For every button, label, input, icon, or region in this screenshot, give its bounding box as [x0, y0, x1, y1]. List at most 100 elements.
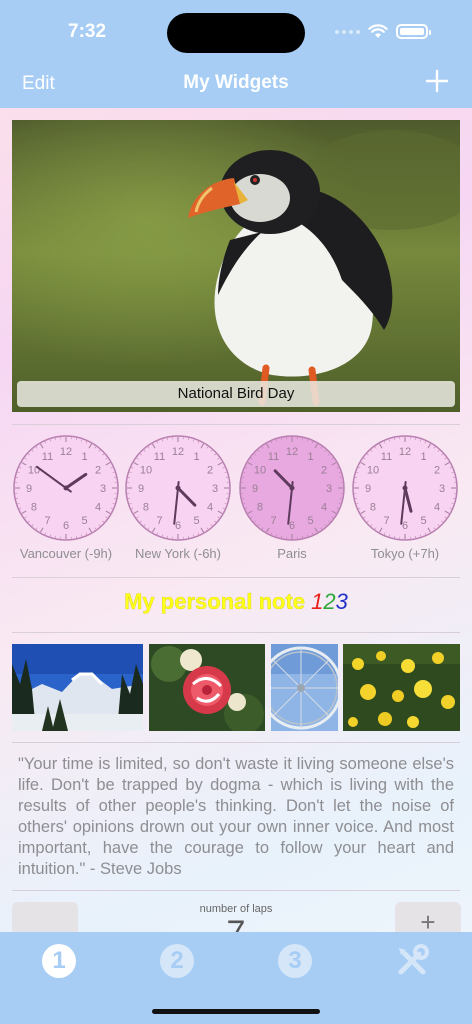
clock-label: New York (-6h): [135, 546, 221, 561]
tab-3[interactable]: 3: [276, 942, 314, 980]
clock-numeral: 8: [143, 502, 149, 514]
world-clocks[interactable]: 1 2 3 4 5 6 7 8 9 10 11 12 Vancouver (-9h) 12345678…: [0, 434, 472, 574]
personal-note[interactable]: My personal note 123: [0, 589, 472, 615]
tab-3-number: 3: [278, 944, 312, 978]
clock-numeral: 12: [172, 446, 184, 458]
divider: [12, 742, 460, 743]
clock-face: 1234567891011 12: [239, 435, 345, 541]
clock-numeral: 2: [95, 465, 101, 477]
divider: [12, 632, 460, 633]
quote-text[interactable]: "Your time is limited, so don't waste it…: [18, 754, 454, 880]
clock-numeral: 1: [307, 451, 313, 463]
clock-numeral: 11: [268, 451, 279, 463]
home-indicator: [152, 1009, 320, 1014]
clock-numeral: 10: [140, 465, 152, 477]
wifi-icon: [368, 24, 388, 38]
clock-numeral: 4: [321, 502, 327, 514]
clock-label: Paris: [277, 546, 307, 561]
clock-numeral: 8: [31, 502, 37, 514]
clock-numeral: 12: [60, 446, 72, 458]
clock-paris[interactable]: 1 2 3 4 5 6 7 8 9 10 11 12 Paris: [238, 434, 346, 561]
clock-numeral: 6: [63, 520, 69, 532]
clock-numeral: 1: [81, 451, 87, 463]
clock-new-york[interactable]: 1 2 3 4 5 6 7 8 9 10 11 12 New York (-6h): [124, 434, 232, 561]
clock-numeral: 9: [138, 483, 144, 495]
note-digit: 3: [335, 589, 348, 614]
clock-numeral: 10: [254, 465, 266, 477]
yellow-roses-photo[interactable]: [343, 644, 460, 731]
clock-numeral: 10: [367, 465, 379, 477]
clock-tokyo[interactable]: 1 2 3 4 5 6 7 8 9 10 11 12 Tokyo (+7h): [351, 434, 459, 561]
clock-numeral: 11: [42, 451, 53, 463]
clock-numeral: 7: [270, 515, 276, 527]
plus-button[interactable]: +: [395, 902, 461, 932]
status-time: 7:32: [68, 21, 107, 42]
photo-caption: National Bird Day: [17, 381, 455, 407]
clock-numeral: 7: [156, 515, 162, 527]
clock-numeral: 2: [207, 465, 213, 477]
note-digit: 2: [323, 589, 336, 614]
clock-label: Vancouver (-9h): [19, 546, 113, 561]
tab-1-number: 1: [42, 944, 76, 978]
clock-numeral: 6: [289, 520, 295, 532]
status-icons: [335, 24, 431, 39]
page-title: My Widgets: [183, 72, 289, 93]
dynamic-island: [167, 13, 305, 53]
clock-center: [175, 485, 181, 491]
signal-dots-icon: [335, 29, 360, 34]
clock-face: 1234567891011 12: [352, 435, 458, 541]
header: 7:32 Edit My Widgets: [0, 0, 472, 108]
divider: [12, 890, 460, 891]
divider: [12, 577, 460, 578]
clock-numeral: 6: [402, 520, 408, 532]
clock-center: [289, 485, 295, 491]
clock-label: Tokyo (+7h): [370, 546, 440, 561]
note-text: My personal note: [124, 589, 312, 614]
clock-numeral: 11: [154, 451, 165, 463]
battery-icon: [396, 24, 431, 39]
photo-gallery[interactable]: [12, 644, 460, 731]
clock-numeral: 5: [193, 515, 199, 527]
clock-numeral: 1: [420, 451, 426, 463]
puffin-photo: [12, 120, 460, 412]
clock-numeral: 3: [212, 483, 218, 495]
tools-icon: [398, 944, 429, 975]
clock-numeral: 3: [100, 483, 106, 495]
photo-widget[interactable]: National Bird Day: [12, 120, 460, 412]
flowers-photo[interactable]: [149, 644, 265, 731]
clock-numeral: 5: [420, 515, 426, 527]
clock-numeral: 5: [307, 515, 313, 527]
ferris-wheel-photo[interactable]: [271, 644, 338, 731]
clock-face: 1234567891011 12: [13, 435, 119, 541]
tab-1[interactable]: 1: [40, 942, 78, 980]
tab-2[interactable]: 2: [158, 942, 196, 980]
clock-numeral: 12: [399, 446, 411, 458]
clock-numeral: 4: [207, 502, 213, 514]
clock-numeral: 2: [321, 465, 327, 477]
clock-center: [402, 485, 408, 491]
clock-numeral: 5: [81, 515, 87, 527]
laps-stepper[interactable]: number of laps 7 +: [0, 902, 472, 932]
clock-numeral: 11: [381, 451, 392, 463]
clock-numeral: 3: [439, 483, 445, 495]
clock-numeral: 3: [326, 483, 332, 495]
clock-numeral: 1: [193, 451, 199, 463]
clock-numeral: 9: [252, 483, 258, 495]
widget-list[interactable]: National Bird Day 1 2 3 4 5 6 7 8 9 10 11 12 Vancou…: [0, 108, 472, 932]
clock-numeral: 7: [44, 515, 50, 527]
clock-numeral: 8: [370, 502, 376, 514]
mountain-snow-photo[interactable]: [12, 644, 143, 731]
clock-face: 1234567891011 12: [125, 435, 231, 541]
clock-center: [63, 485, 69, 491]
clock-vancouver[interactable]: 1 2 3 4 5 6 7 8 9 10 11 12 Vancouver (-9h): [12, 434, 120, 561]
clock-numeral: 8: [257, 502, 263, 514]
plus-icon[interactable]: [424, 68, 450, 94]
divider: [12, 424, 460, 425]
clock-numeral: 4: [434, 502, 440, 514]
clock-numeral: 10: [28, 465, 40, 477]
clock-numeral: 2: [434, 465, 440, 477]
tab-2-number: 2: [160, 944, 194, 978]
clock-numeral: 4: [95, 502, 101, 514]
tab-settings[interactable]: [393, 942, 431, 980]
clock-numeral: 9: [26, 483, 32, 495]
